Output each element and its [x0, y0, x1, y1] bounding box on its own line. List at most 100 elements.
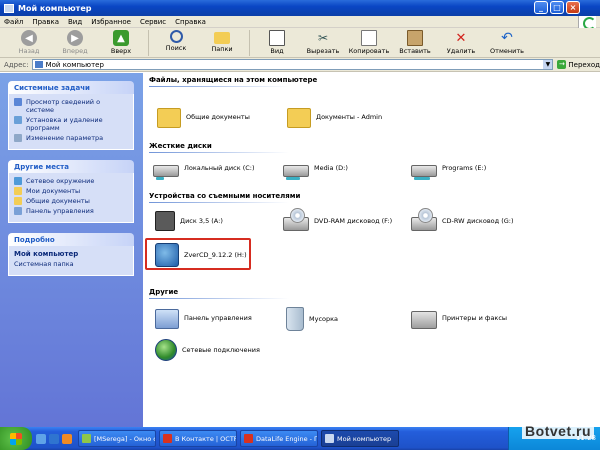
place-shared-documents[interactable]: Общие документы — [14, 197, 128, 205]
maximize-button[interactable]: □ — [550, 1, 564, 14]
folder-icon — [157, 108, 181, 128]
view-icon — [269, 30, 285, 46]
title-bar: Мой компьютер _ □ × — [0, 0, 600, 16]
item-dvd-f[interactable]: DVD-RAM дисковод (F:) — [283, 208, 392, 231]
address-label: Адрес: — [4, 60, 29, 69]
start-button[interactable] — [0, 427, 32, 450]
menu-edit[interactable]: Правка — [32, 18, 59, 26]
browser-icon — [244, 434, 253, 443]
details-panel: Подробно Мой компьютер Системная папка — [8, 233, 134, 276]
cut-button[interactable]: ✂ Вырезать — [300, 28, 346, 58]
shared-folder-icon — [14, 197, 22, 205]
folder-icon — [287, 108, 311, 128]
my-computer-icon — [325, 434, 334, 443]
item-network-connections[interactable]: Сетевые подключения — [155, 339, 260, 361]
delete-button[interactable]: ✕ Удалить — [438, 28, 484, 58]
details-header[interactable]: Подробно — [8, 233, 134, 246]
windows-flag-icon — [10, 432, 22, 445]
up-button[interactable]: ▲ Вверх — [98, 28, 144, 58]
chat-icon — [82, 434, 91, 443]
details-name: Мой компьютер — [14, 250, 79, 258]
scissors-icon: ✂ — [317, 31, 329, 45]
hard-drive-icon — [153, 165, 179, 180]
selection-highlight — [145, 238, 251, 270]
windows-logo-icon — [578, 16, 596, 30]
task-pane: Системные задачи Просмотр сведений о сис… — [0, 73, 143, 427]
clipboard-icon — [407, 30, 423, 46]
browser-icon — [163, 434, 172, 443]
back-arrow-icon: ◀ — [21, 30, 37, 46]
show-desktop-icon[interactable] — [36, 433, 46, 444]
go-button[interactable]: → Переход — [557, 60, 600, 69]
address-input[interactable]: Мой компьютер ▼ — [31, 59, 554, 70]
task-vkontakte[interactable]: В Контакте | ОСТРО... — [159, 430, 237, 447]
item-floppy-a[interactable]: Диск 3,5 (A:) — [155, 211, 223, 231]
item-admin-documents[interactable]: Документы - Admin — [287, 105, 382, 128]
address-value: Мой компьютер — [45, 60, 104, 69]
cd-drive-icon — [411, 208, 437, 231]
task-change-setting[interactable]: Изменение параметра — [14, 134, 128, 142]
task-mserega[interactable]: [MSerega] - Окно со... — [78, 430, 156, 447]
item-drive-c[interactable]: Локальный диск (C:) — [153, 159, 255, 180]
other-places-header[interactable]: Другие места — [8, 160, 134, 173]
group-removable: Устройства со съемными носителями — [149, 192, 301, 200]
view-button[interactable]: Вид — [254, 28, 300, 58]
task-my-computer[interactable]: Мой компьютер — [321, 430, 399, 447]
menu-view[interactable]: Вид — [68, 18, 82, 26]
group-hdd: Жесткие диски — [149, 142, 212, 150]
group-files: Файлы, хранящиеся на этом компьютере — [149, 76, 318, 84]
my-computer-small-icon — [34, 61, 43, 68]
toolbar-separator — [249, 30, 250, 56]
back-button[interactable]: ◀ Назад — [6, 28, 52, 58]
menu-favorites[interactable]: Избранное — [91, 18, 131, 26]
address-dropdown-icon[interactable]: ▼ — [543, 60, 553, 69]
minimize-button[interactable]: _ — [534, 1, 548, 14]
ie-icon[interactable] — [49, 433, 59, 444]
task-datalife[interactable]: DataLife Engine - П... — [240, 430, 318, 447]
task-add-remove-programs[interactable]: Установка и удаление программ — [14, 116, 128, 132]
item-printers[interactable]: Принтеры и факсы — [411, 307, 507, 329]
toolbar: ◀ Назад ▶ Вперед ▲ Вверх Поиск Папки Вид… — [0, 28, 600, 58]
settings-icon — [14, 134, 22, 142]
search-button[interactable]: Поиск — [153, 28, 199, 58]
my-computer-icon — [4, 3, 14, 13]
system-info-icon — [14, 98, 22, 106]
menu-file[interactable]: Файл — [4, 18, 23, 26]
copy-button[interactable]: Копировать — [346, 28, 392, 58]
quick-launch — [36, 433, 72, 444]
item-recycle-bin[interactable]: Мусорка — [283, 307, 338, 331]
go-arrow-icon: → — [557, 60, 567, 69]
folders-button[interactable]: Папки — [199, 28, 245, 58]
group-other: Другие — [149, 288, 179, 296]
menu-bar: Файл Правка Вид Избранное Сервис Справка — [0, 16, 600, 30]
place-network[interactable]: Сетевое окружение — [14, 177, 128, 185]
forward-button[interactable]: ▶ Вперед — [52, 28, 98, 58]
place-control-panel[interactable]: Панель управления — [14, 207, 128, 215]
documents-folder-icon — [14, 187, 22, 195]
task-view-system-info[interactable]: Просмотр сведений о системе — [14, 98, 128, 114]
menu-tools[interactable]: Сервис — [140, 18, 166, 26]
media-icon[interactable] — [62, 433, 72, 444]
system-tasks-header[interactable]: Системные задачи — [8, 81, 134, 94]
menu-help[interactable]: Справка — [175, 18, 206, 26]
add-remove-icon — [14, 116, 22, 124]
item-control-panel[interactable]: Панель управления — [155, 307, 252, 329]
item-shared-documents[interactable]: Общие документы — [157, 105, 250, 128]
place-my-documents[interactable]: Мои документы — [14, 187, 128, 195]
window-title: Мой компьютер — [18, 3, 92, 13]
printer-icon — [411, 311, 437, 329]
item-drive-d[interactable]: Media (D:) — [283, 159, 348, 180]
hard-drive-icon — [283, 165, 309, 180]
delete-x-icon: ✕ — [455, 30, 467, 46]
details-type: Системная папка — [14, 260, 74, 268]
system-tasks-panel: Системные задачи Просмотр сведений о сис… — [8, 81, 134, 150]
control-panel-icon — [14, 207, 22, 215]
undo-button[interactable]: ↶ Отменить — [484, 28, 530, 58]
address-bar: Адрес: Мой компьютер ▼ → Переход — [0, 58, 600, 72]
undo-icon: ↶ — [501, 30, 513, 46]
item-drive-e[interactable]: Programs (E:) — [411, 159, 486, 180]
close-button[interactable]: × — [566, 1, 580, 14]
taskbar: [MSerega] - Окно со... В Контакте | ОСТР… — [0, 427, 600, 450]
item-cd-g[interactable]: CD-RW дисковод (G:) — [411, 208, 514, 231]
paste-button[interactable]: Вставить — [392, 28, 438, 58]
